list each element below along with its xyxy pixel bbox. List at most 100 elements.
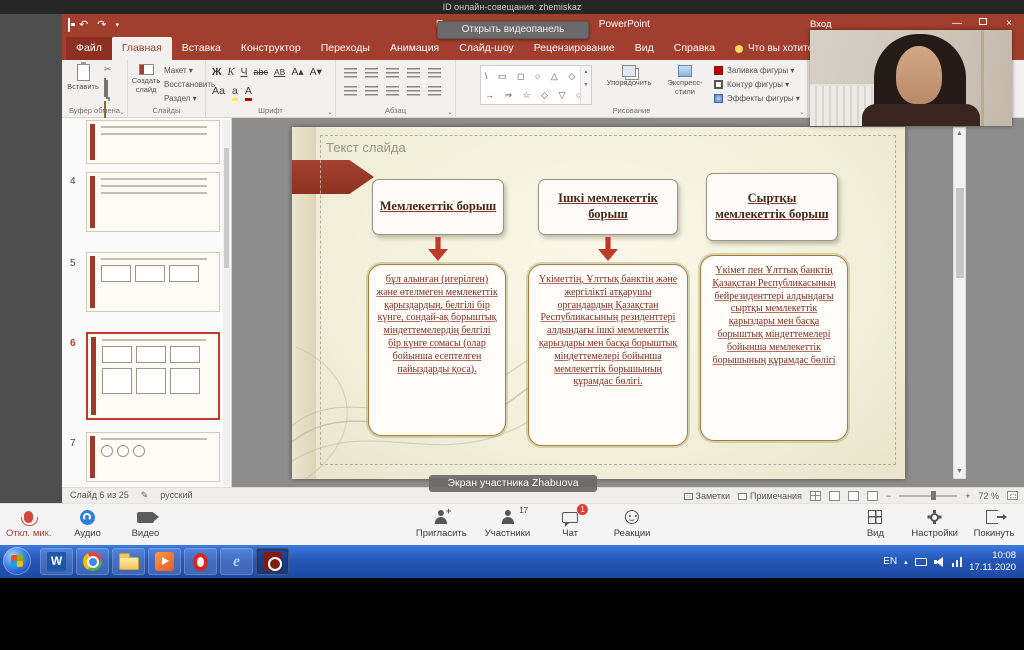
header-box[interactable]: Мемлекеттік борыш (372, 179, 504, 235)
shapes-gallery-scrollbar[interactable]: ▴▾ (580, 66, 591, 104)
indent-increase-icon[interactable] (407, 68, 420, 79)
webcam-tile[interactable] (810, 30, 1012, 126)
shape-outline-button[interactable]: Контур фигуры ▾ (714, 80, 800, 89)
reading-view-button[interactable] (848, 491, 859, 501)
taskbar-meeting-app-button[interactable] (256, 548, 289, 575)
taskbar-media-button[interactable] (148, 548, 181, 575)
settings-button[interactable]: Настройки (911, 508, 958, 539)
participants-button[interactable]: 17 Участники (485, 508, 530, 539)
copy-button[interactable] (104, 79, 106, 97)
network-icon[interactable] (952, 557, 963, 567)
font-dialog-launcher[interactable]: ⌄ (327, 108, 333, 116)
slide-thumbnail-selected[interactable] (86, 332, 220, 420)
taskbar-clock[interactable]: 10:08 17.11.2020 (969, 550, 1016, 573)
align-center-icon[interactable] (365, 86, 378, 97)
indent-decrease-icon[interactable] (386, 68, 399, 79)
new-slide-button[interactable]: Создать слайд (130, 64, 162, 94)
shapes-gallery[interactable]: \ ▭ ◻ ○ △ ◇ → ⇒ ☆ ◇ ▽ ○ ▴▾ (480, 65, 592, 105)
shape-effects-button[interactable]: Эффекты фигуры ▾ (714, 94, 800, 103)
justify-icon[interactable] (407, 86, 420, 97)
paragraph-dialog-launcher[interactable]: ⌄ (447, 108, 453, 116)
slideshow-button[interactable] (867, 491, 878, 501)
spell-check-icon[interactable]: ✎ (141, 488, 149, 503)
highlight-button[interactable]: а (232, 86, 238, 101)
zoom-slider-thumb[interactable] (931, 491, 936, 500)
comments-button[interactable]: Примечания (738, 491, 802, 501)
language-button[interactable]: русский (160, 488, 192, 503)
tab-design[interactable]: Конструктор (231, 37, 311, 60)
shrink-font-button[interactable]: А▾ (310, 67, 322, 78)
scroll-down-icon[interactable]: ▼ (954, 466, 965, 478)
fit-slide-button[interactable] (1007, 491, 1018, 500)
align-right-icon[interactable] (386, 86, 399, 97)
tab-file[interactable]: Файл (66, 37, 112, 60)
slide-thumbnail[interactable] (86, 172, 220, 232)
tab-animations[interactable]: Анимация (380, 37, 449, 60)
reactions-button[interactable]: Реакции (610, 508, 654, 539)
tab-review[interactable]: Рецензирование (524, 37, 625, 60)
body-box[interactable]: бұл алынған (игерілген) және өтелмеген м… (368, 264, 506, 436)
strikethrough-button[interactable]: abc (253, 68, 268, 77)
cut-button[interactable]: ✂ (104, 65, 112, 74)
view-button[interactable]: Вид (853, 508, 897, 539)
numbering-icon[interactable] (365, 68, 378, 79)
tab-transitions[interactable]: Переходы (311, 37, 380, 60)
tab-slideshow[interactable]: Слайд-шоу (449, 37, 523, 60)
taskbar-opera-button[interactable] (184, 548, 217, 575)
bullets-icon[interactable] (344, 68, 357, 79)
invite-button[interactable]: + Пригласить (416, 508, 467, 539)
start-button[interactable] (3, 547, 31, 575)
tray-expand-button[interactable]: ▴ (904, 558, 908, 566)
open-video-panel-button[interactable]: Открыть видеопанель (437, 21, 589, 39)
slide-thumbnail[interactable] (86, 252, 220, 312)
header-box[interactable]: Ішкі мемлекеттік борыш (538, 179, 678, 235)
drawing-dialog-launcher[interactable]: ⌄ (799, 108, 805, 116)
keyboard-icon[interactable] (915, 558, 927, 566)
taskbar-chrome-button[interactable] (76, 548, 109, 575)
header-box[interactable]: Сыртқы мемлекеттік борыш (706, 173, 838, 241)
body-box[interactable]: Үкімет пен Ұлттық банктің Қазақстан Респ… (700, 255, 848, 441)
thumbnails-scrollbar[interactable] (223, 120, 230, 485)
grow-font-button[interactable]: А▴ (291, 67, 303, 78)
underline-button[interactable]: Ч (240, 67, 247, 78)
zoom-level-button[interactable]: 72 % (978, 491, 999, 501)
zoom-slider[interactable] (899, 495, 957, 497)
quick-styles-button[interactable]: Экспресс-стили (660, 65, 710, 96)
scrollbar-thumb[interactable] (956, 188, 964, 278)
font-color-button[interactable]: А (245, 86, 252, 101)
scrollbar-thumb[interactable] (224, 148, 229, 268)
video-button[interactable]: Видео (123, 508, 167, 539)
leave-meeting-button[interactable]: Покинуть (972, 508, 1016, 539)
chat-button[interactable]: 1 Чат (548, 508, 592, 539)
arrange-button[interactable]: Упорядочить (604, 65, 654, 88)
volume-icon[interactable] (934, 557, 945, 567)
editor-scrollbar[interactable]: ▲ ▼ (953, 127, 966, 479)
taskbar-explorer-button[interactable] (112, 548, 145, 575)
line-spacing-icon[interactable] (428, 68, 441, 79)
clipboard-dialog-launcher[interactable]: ⌄ (119, 108, 125, 116)
slide-thumbnail[interactable] (86, 432, 220, 482)
tab-insert[interactable]: Вставка (172, 37, 231, 60)
zoom-in-button[interactable]: + (965, 491, 970, 501)
bold-button[interactable]: Ж (212, 67, 222, 78)
audio-button[interactable]: Аудио (65, 508, 109, 539)
shape-fill-button[interactable]: Заливка фигуры ▾ (714, 66, 800, 75)
notes-button[interactable]: Заметки (684, 491, 730, 501)
character-spacing-button[interactable]: АВ (274, 68, 285, 77)
italic-button[interactable]: К (228, 68, 235, 79)
tab-view[interactable]: Вид (625, 37, 664, 60)
tab-home[interactable]: Главная (112, 37, 172, 60)
taskbar-word-button[interactable]: W (40, 548, 73, 575)
mute-mic-button[interactable]: Откл. мик. (6, 508, 51, 539)
zoom-out-button[interactable]: − (886, 491, 891, 501)
body-box[interactable]: Үкіметтің, Ұлттық банктің және жергілікт… (528, 264, 688, 446)
normal-view-button[interactable] (810, 491, 821, 501)
slide-thumbnail[interactable] (86, 120, 220, 164)
language-indicator[interactable]: EN (883, 556, 897, 567)
columns-icon[interactable] (428, 86, 441, 97)
taskbar-ie-button[interactable]: e (220, 548, 253, 575)
slide-sorter-button[interactable] (829, 491, 840, 501)
tab-help[interactable]: Справка (664, 37, 725, 60)
align-left-icon[interactable] (344, 86, 357, 97)
scroll-up-icon[interactable]: ▲ (954, 128, 965, 140)
